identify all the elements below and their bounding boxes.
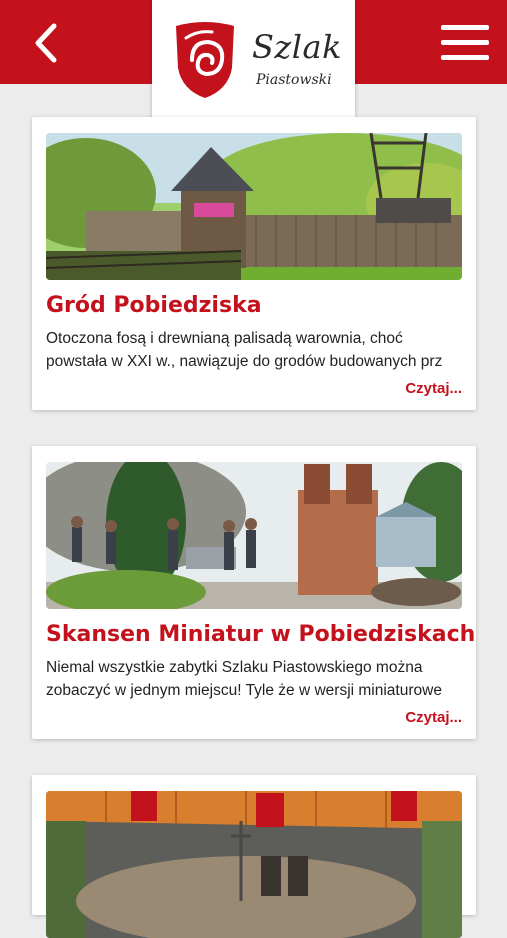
article-title[interactable]: Skansen Miniatur w Pobiedziskach: [46, 622, 475, 647]
logo-shield-icon: [176, 22, 234, 98]
read-more-link[interactable]: Czytaj...: [405, 380, 462, 397]
article-excerpt: Otoczona fosą i drewnianą palisadą warow…: [46, 330, 443, 370]
chevron-left-icon: [35, 23, 57, 63]
read-more-link[interactable]: Czytaj...: [405, 709, 462, 726]
app-logo[interactable]: Szlak Piastowski: [152, 0, 355, 120]
article-excerpt: Niemal wszystkie zabytki Szlaku Piastows…: [46, 659, 442, 699]
logo-title: Szlak: [252, 28, 342, 66]
hamburger-menu-icon: [441, 25, 489, 30]
article-card[interactable]: Gród Pobiedziska Otoczona fosą i drewnia…: [32, 117, 476, 410]
article-card[interactable]: [32, 775, 476, 938]
logo-subtitle: Piastowski: [256, 72, 332, 88]
article-card[interactable]: Skansen Miniatur w Pobiedziskach Niemal …: [32, 446, 476, 739]
article-photo-ruins: [46, 791, 462, 938]
menu-button[interactable]: [441, 25, 489, 61]
article-photo-grod: [46, 133, 462, 280]
article-photo-skansen: [46, 462, 462, 609]
back-button[interactable]: [30, 22, 60, 64]
article-title[interactable]: Gród Pobiedziska: [46, 293, 262, 318]
